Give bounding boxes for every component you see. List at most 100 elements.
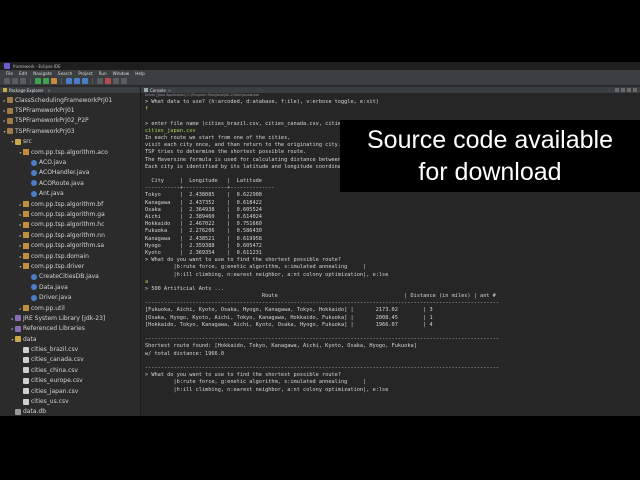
tree-item[interactable]: data.db <box>0 407 140 416</box>
save-all-icon[interactable] <box>20 78 26 84</box>
tree-item[interactable]: ▸ TSPFrameworkPrj02_P2P <box>0 116 140 126</box>
console-line: |h:ill climbing, n:earest neighbor, a:nt… <box>145 386 389 393</box>
tree-item[interactable]: ACOHandler.java <box>0 168 140 178</box>
tree-item[interactable]: Data.java <box>0 282 140 292</box>
menu-bar: File Edit Navigate Search Project Run Wi… <box>0 70 640 77</box>
console-user-input: f <box>145 106 149 113</box>
tree-item[interactable]: CreateCitiesDB.java <box>0 272 140 282</box>
eclipse-window: framework - Eclipse IDE File Edit Naviga… <box>0 62 640 416</box>
tree-item[interactable]: cities_europe.csv <box>0 376 140 386</box>
console-line: |h:ill climbing, n:earest neighbor, a:nt… <box>145 271 389 278</box>
tree-item-label: ACO.java <box>39 159 67 167</box>
tree-item-label: data.db <box>23 408 47 416</box>
tree-item-label: com.pp.util <box>31 304 65 312</box>
tree-item[interactable]: ▾ data <box>0 334 140 344</box>
tree-item[interactable]: ▸ Referenced Libraries <box>0 324 140 334</box>
new-package-icon[interactable] <box>74 78 80 84</box>
console-line: ----------------------------------------… <box>145 336 500 343</box>
package-explorer-icon <box>3 88 7 92</box>
terminate-icon[interactable] <box>105 78 111 84</box>
tree-item[interactable]: ▸ com.pp.util <box>0 303 140 313</box>
package-icon <box>23 149 29 156</box>
title-bar: framework - Eclipse IDE <box>0 62 640 70</box>
menu-file[interactable]: File <box>6 71 13 76</box>
tree-item[interactable]: ▸ TSPFrameworkPrj01 <box>0 105 140 115</box>
terminate-console-icon[interactable] <box>615 88 619 92</box>
tree-item[interactable]: ACORoute.java <box>0 178 140 188</box>
new-icon[interactable] <box>4 78 10 84</box>
csv-file-icon <box>23 398 29 405</box>
tree-item[interactable]: Ant.java <box>0 189 140 199</box>
tree-item[interactable]: cities_brazil.csv <box>0 344 140 354</box>
menu-navigate[interactable]: Navigate <box>33 71 52 76</box>
caption-line-2: for download <box>418 158 562 186</box>
tree-item[interactable]: ▸ com.pp.tsp.algorithm.nn <box>0 230 140 240</box>
project-icon <box>7 97 13 104</box>
tree-item[interactable]: ▸ ClassSchedulingFrameworkPrj01 <box>0 95 140 105</box>
tree-item[interactable]: ▸ com.pp.tsp.algorithm.sa <box>0 240 140 250</box>
tree-item[interactable]: ▸ com.pp.tsp.domain <box>0 251 140 261</box>
menu-window[interactable]: Window <box>113 71 130 76</box>
tree-item[interactable]: ▾ com.pp.tsp.algorithm.aco <box>0 147 140 157</box>
package-icon <box>23 211 29 218</box>
tree-item[interactable]: ▾ com.pp.tsp.driver <box>0 261 140 271</box>
window-title: framework - Eclipse IDE <box>13 63 61 69</box>
console-line: Route | Distance (in miles) | ant # <box>145 293 496 300</box>
console-tab-label: Console <box>150 87 166 93</box>
pin-console-icon[interactable] <box>633 88 637 92</box>
folder-icon <box>15 138 21 145</box>
tree-item[interactable]: cities_japan.csv <box>0 386 140 396</box>
console-line: [Osaka, Hyogo, Kyoto, Aichi, Tokyo, Kana… <box>145 314 433 321</box>
back-icon[interactable] <box>113 78 119 84</box>
save-icon[interactable] <box>12 78 18 84</box>
tree-item[interactable]: ▸ com.pp.tsp.algorithm.hc <box>0 220 140 230</box>
menu-edit[interactable]: Edit <box>19 71 27 76</box>
toolbar <box>0 77 640 86</box>
tree-item[interactable]: Driver.java <box>0 292 140 302</box>
csv-file-icon <box>23 346 29 353</box>
tree-item-label: TSPFrameworkPrj01 <box>15 107 75 115</box>
tree-item-label: cities_japan.csv <box>31 387 79 395</box>
scroll-lock-icon[interactable] <box>627 88 631 92</box>
menu-help[interactable]: Help <box>135 71 145 76</box>
java-file-icon <box>31 180 37 187</box>
console-line: Hokkaido | 2.467022 | 0.751660 <box>145 221 262 228</box>
forward-icon[interactable] <box>121 78 127 84</box>
console-line: [Hokkaido, Tokyo, Kanagawa, Aichi, Kyoto… <box>145 321 433 328</box>
tree-item[interactable]: cities_canada.csv <box>0 355 140 365</box>
new-class-icon[interactable] <box>82 78 88 84</box>
close-icon[interactable]: × <box>168 88 171 93</box>
tree-item[interactable]: ▾ src <box>0 137 140 147</box>
tree-item-label: Referenced Libraries <box>23 325 85 333</box>
tree-item[interactable]: cities_china.csv <box>0 365 140 375</box>
tree-item[interactable]: ▸ JRE System Library [jdk-23] <box>0 313 140 323</box>
run-icon[interactable] <box>43 78 49 84</box>
console-line: > What do you want to use to find the sh… <box>145 257 341 264</box>
java-file-icon <box>31 169 37 176</box>
tree-item[interactable]: ACO.java <box>0 157 140 167</box>
clear-console-icon[interactable] <box>621 88 625 92</box>
console-line: Kanagawa | 2.438521 | 0.619958 <box>145 235 262 242</box>
close-icon[interactable]: × <box>48 88 51 93</box>
console-line: |b:rute force, g:enetic algorithm, s:imu… <box>145 264 367 271</box>
tree-item[interactable]: cities_us.csv <box>0 396 140 406</box>
new-java-project-icon[interactable] <box>66 78 72 84</box>
tree-item-label: com.pp.tsp.algorithm.hc <box>31 221 105 229</box>
console-line: ----------------------------------------… <box>145 364 500 371</box>
external-tools-icon[interactable] <box>51 78 57 84</box>
tree-item[interactable]: ▸ com.pp.tsp.algorithm.bf <box>0 199 140 209</box>
package-icon <box>23 232 29 239</box>
console-launch-header: Driver [Java Application] C:\Program Fil… <box>145 93 260 97</box>
tree-item-label: TSPFrameworkPrj02_P2P <box>15 117 89 125</box>
search-icon[interactable] <box>97 78 103 84</box>
menu-search[interactable]: Search <box>58 71 72 76</box>
tree-item[interactable]: ▸ com.pp.tsp.algorithm.ga <box>0 209 140 219</box>
package-icon <box>23 305 29 311</box>
tree-item[interactable]: ▾ TSPFrameworkPrj03 <box>0 126 140 136</box>
menu-project[interactable]: Project <box>78 71 92 76</box>
debug-icon[interactable] <box>35 78 41 84</box>
menu-run[interactable]: Run <box>99 71 107 76</box>
console-line: Kyoto | 2.369354 | 0.611231 <box>145 249 262 256</box>
csv-file-icon <box>23 356 29 363</box>
